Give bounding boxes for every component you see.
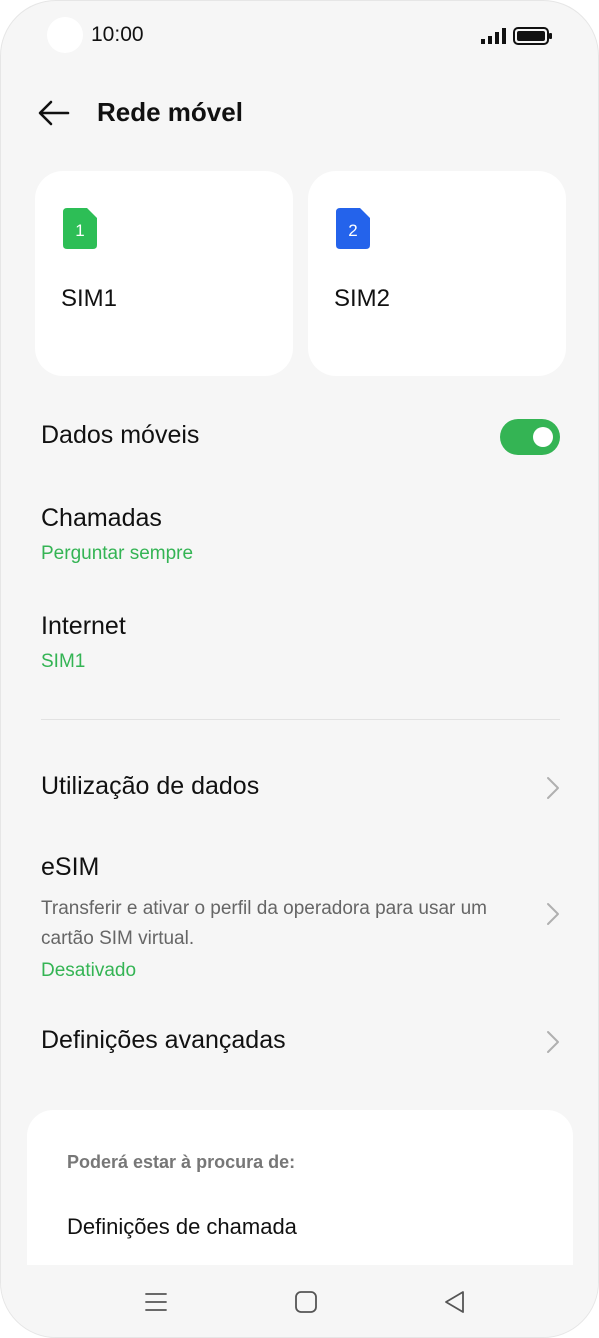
sim2-card[interactable]: 2 SIM2 [308, 171, 566, 376]
phone-screen: 10:00 Rede móvel 1 SIM1 2 SIM2 Dados móv… [0, 0, 599, 1338]
suggestions-heading: Poderá estar à procura de: [67, 1152, 296, 1172]
page-title: Rede móvel [97, 97, 243, 127]
chevron-right-icon [547, 903, 559, 925]
internet-label: Internet [41, 612, 126, 640]
divider [41, 719, 560, 720]
back-triangle-icon[interactable] [442, 1289, 468, 1315]
sim-card-icon: 1 [63, 208, 97, 249]
sim2-number: 2 [348, 221, 357, 240]
calls-label: Chamadas [41, 504, 162, 532]
sim1-label: SIM1 [61, 285, 118, 312]
sim2-label: SIM2 [334, 285, 391, 312]
sim1-number: 1 [75, 221, 84, 240]
chevron-right-icon [547, 777, 559, 799]
data-usage-row[interactable]: Utilização de dados [41, 772, 561, 801]
mobile-data-row[interactable]: Dados móveis [41, 421, 561, 450]
esim-row[interactable]: eSIM Transferir e ativar o perfil da ope… [41, 853, 561, 982]
front-camera [47, 17, 83, 53]
esim-description: Transferir e ativar o perfil da operador… [41, 898, 488, 949]
battery-icon [513, 27, 552, 45]
status-bar: 10:00 [1, 1, 598, 71]
esim-status: Desativado [41, 960, 137, 981]
data-usage-label: Utilização de dados [41, 772, 260, 800]
navigation-bar [1, 1265, 598, 1337]
mobile-data-label: Dados móveis [41, 421, 200, 449]
calls-row[interactable]: Chamadas Perguntar sempre [41, 504, 561, 565]
app-header: Rede móvel [1, 81, 598, 145]
signal-icon [481, 28, 506, 44]
suggestions-panel: Poderá estar à procura de: Definições de… [27, 1110, 573, 1280]
sim-card-icon: 2 [336, 208, 370, 249]
chevron-right-icon [547, 1031, 559, 1053]
suggestion-call-settings[interactable]: Definições de chamada [67, 1214, 297, 1240]
internet-row[interactable]: Internet SIM1 [41, 612, 561, 673]
home-icon[interactable] [293, 1289, 319, 1315]
advanced-settings-label: Definições avançadas [41, 1026, 286, 1054]
menu-icon[interactable] [143, 1289, 169, 1315]
mobile-data-toggle[interactable] [500, 419, 560, 455]
sim1-card[interactable]: 1 SIM1 [35, 171, 293, 376]
advanced-settings-row[interactable]: Definições avançadas [41, 1026, 561, 1055]
esim-label: eSIM [41, 853, 100, 881]
status-time: 10:00 [91, 23, 144, 46]
calls-value: Perguntar sempre [41, 543, 194, 564]
arrow-left-icon[interactable] [37, 96, 71, 130]
toggle-knob [533, 427, 553, 447]
internet-value: SIM1 [41, 651, 86, 672]
